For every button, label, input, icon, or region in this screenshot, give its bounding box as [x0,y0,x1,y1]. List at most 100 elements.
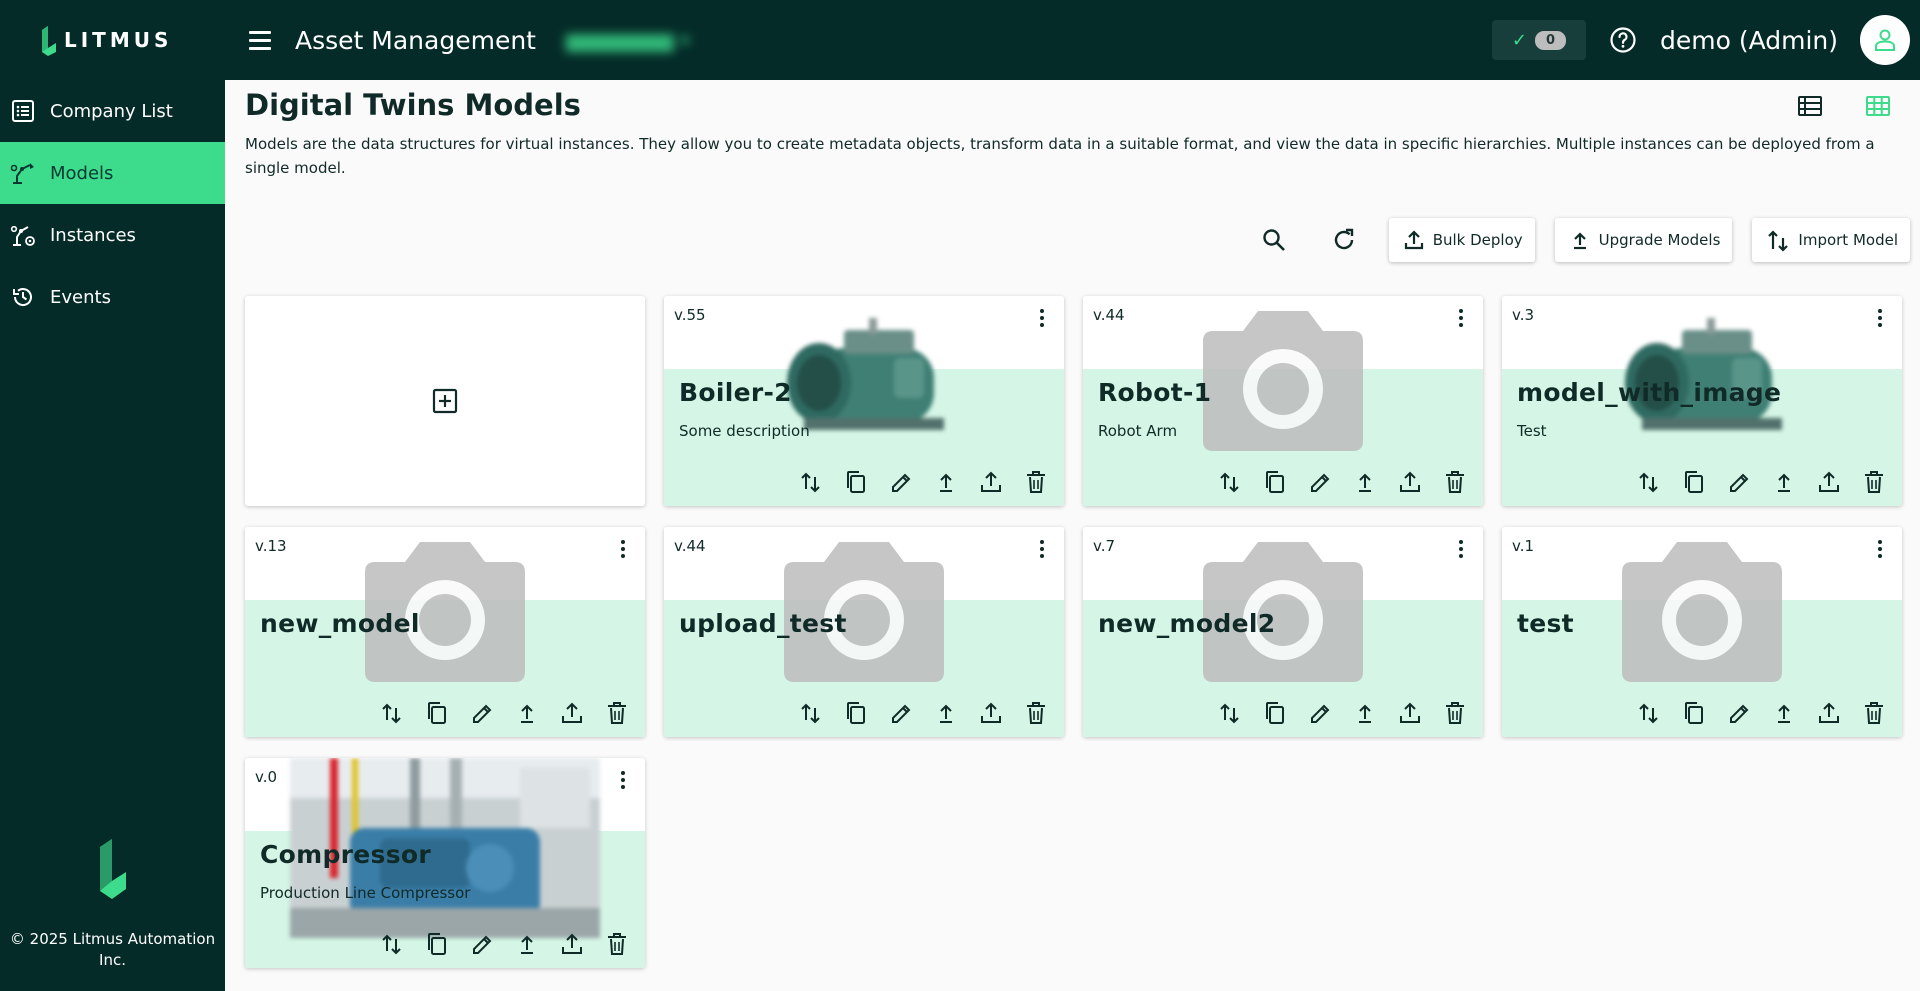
sidebar-item-events[interactable]: Events [0,266,225,328]
sidebar-footer: © 2025 Litmus Automation Inc. [0,835,225,991]
more-options-icon[interactable] [1032,306,1052,330]
upload-button[interactable] [1395,698,1424,727]
upload-button[interactable] [557,698,586,727]
model-card[interactable]: v.0 Compressor Production Line Compressor [245,758,645,968]
sidebar-item-company-list[interactable]: Company List [0,80,225,142]
grid-view-icon[interactable] [1864,92,1892,120]
more-options-icon[interactable] [1032,537,1052,561]
upload-icon [1399,471,1420,492]
upgrade-models-button[interactable]: Upgrade Models [1554,218,1733,262]
upload-button[interactable] [976,467,1005,496]
swap-button[interactable] [1215,698,1244,727]
more-options-icon[interactable] [1870,537,1890,561]
delete-button[interactable] [602,929,631,958]
edit-button[interactable] [1724,698,1753,727]
delete-button[interactable] [1859,467,1888,496]
upgrade-icon [520,935,533,954]
card-actions [377,929,631,958]
model-card[interactable]: v.55 Boiler-2 Some description [664,296,1064,506]
upload-button[interactable] [1395,467,1424,496]
help-icon[interactable] [1608,25,1638,55]
upload-button[interactable] [976,698,1005,727]
swap-button[interactable] [1634,698,1663,727]
model-card[interactable]: v.44 upload_test [664,527,1064,737]
status-count: 0 [1534,30,1567,50]
avatar[interactable] [1860,15,1910,65]
copy-button[interactable] [1260,467,1289,496]
edit-button[interactable] [1305,467,1334,496]
upgrade-button[interactable] [931,698,960,727]
delete-icon [1864,470,1883,493]
delete-button[interactable] [1021,467,1050,496]
more-options-icon[interactable] [1870,306,1890,330]
top-bar: Asset Management ▆▆▆▆▆▆▆ ▾ ✓ 0 demo (Adm… [225,0,1920,80]
more-options-icon[interactable] [613,537,633,561]
edit-icon [1310,473,1329,492]
sidebar: LITMUS Company List Models Instances Eve… [0,0,225,991]
page-description: Models are the data structures for virtu… [245,135,1875,177]
model-card[interactable]: v.3 model_with_image Test [1502,296,1902,506]
edit-button[interactable] [467,929,496,958]
more-options-icon[interactable] [1451,537,1471,561]
edit-button[interactable] [1305,698,1334,727]
company-selector[interactable]: ▆▆▆▆▆▆▆ ▾ [566,28,690,52]
swap-button[interactable] [1215,467,1244,496]
copy-button[interactable] [1679,698,1708,727]
copy-button[interactable] [1260,698,1289,727]
upgrade-button[interactable] [1350,467,1379,496]
upload-button[interactable] [1814,698,1843,727]
delete-icon [1026,470,1045,493]
swap-button[interactable] [377,929,406,958]
swap-icon [1219,472,1239,492]
upgrade-button[interactable] [512,698,541,727]
upgrade-button[interactable] [1769,698,1798,727]
edit-button[interactable] [1724,467,1753,496]
upgrade-button[interactable] [1769,467,1798,496]
copy-button[interactable] [841,698,870,727]
delete-button[interactable] [1440,467,1469,496]
swap-button[interactable] [1634,467,1663,496]
add-model-card[interactable] [245,296,645,506]
upload-button[interactable] [1814,467,1843,496]
upgrade-icon [520,704,533,723]
more-options-icon[interactable] [1451,306,1471,330]
search-icon[interactable] [1249,215,1299,265]
copy-button[interactable] [422,698,451,727]
delete-button[interactable] [1859,698,1888,727]
refresh-icon[interactable] [1319,215,1369,265]
copy-button[interactable] [1679,467,1708,496]
delete-button[interactable] [602,698,631,727]
model-card[interactable]: v.1 test [1502,527,1902,737]
swap-button[interactable] [796,698,825,727]
swap-icon [381,703,401,723]
sidebar-item-instances[interactable]: Instances [0,204,225,266]
swap-button[interactable] [796,467,825,496]
delete-button[interactable] [1440,698,1469,727]
upgrade-button[interactable] [1350,698,1379,727]
edit-button[interactable] [467,698,496,727]
edit-button[interactable] [886,467,915,496]
upgrade-button[interactable] [931,467,960,496]
edit-button[interactable] [886,698,915,727]
user-name[interactable]: demo (Admin) [1660,26,1838,55]
upgrade-button[interactable] [512,929,541,958]
page-title: Digital Twins Models [245,88,581,122]
model-card[interactable]: v.44 Robot-1 Robot Arm [1083,296,1483,506]
model-card[interactable]: v.7 new_model2 [1083,527,1483,737]
litmus-logo[interactable]: LITMUS [0,0,225,80]
upload-button[interactable] [557,929,586,958]
card-description: Production Line Compressor [260,884,471,902]
delete-button[interactable] [1021,698,1050,727]
swap-button[interactable] [377,698,406,727]
model-card[interactable]: v.13 new_model [245,527,645,737]
copy-button[interactable] [422,929,451,958]
more-options-icon[interactable] [613,768,633,792]
sidebar-item-models[interactable]: Models [0,142,225,204]
camera-placeholder-icon [1203,311,1363,451]
menu-icon[interactable] [249,25,279,55]
status-indicator[interactable]: ✓ 0 [1491,20,1586,60]
import-model-button[interactable]: Import Model [1752,218,1910,262]
copy-button[interactable] [841,467,870,496]
bulk-deploy-button[interactable]: Bulk Deploy [1388,218,1535,262]
list-view-icon[interactable] [1796,92,1824,120]
